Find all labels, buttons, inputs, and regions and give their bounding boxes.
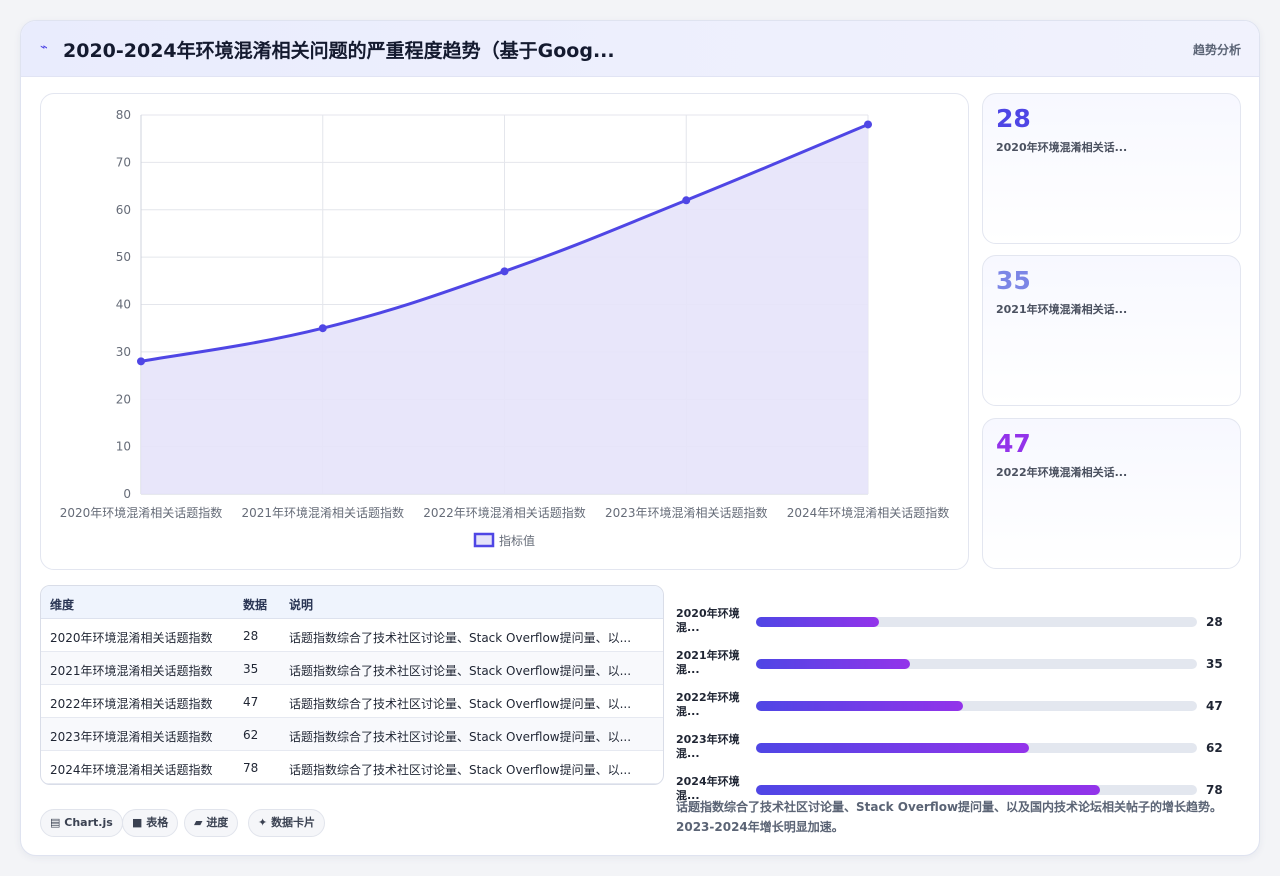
progress-label: 2023年环境混...: [676, 733, 740, 760]
progress-row: 2022年环境混... 47: [676, 689, 1241, 723]
x-tick-label: 2022年环境混淆相关话题指数: [423, 505, 586, 520]
progress-list: 2020年环境混... 28 2021年环境混... 35 2022年环境混... 47 2…: [676, 583, 1241, 802]
x-tick-label: 2020年环境混淆相关话题指数: [60, 505, 223, 520]
tag-label: 进度: [206, 816, 229, 829]
page-title: 2020-2024年环境混淆相关问题的严重程度趋势（基于Goog...: [63, 40, 615, 62]
stat-card: 28 2020年环境混淆相关话...: [982, 93, 1241, 244]
data-point[interactable]: [500, 267, 509, 276]
table-row: 2020年环境混淆相关话题指数 28 话题指数综合了技术社区讨论量、Stack Ov…: [41, 619, 663, 652]
chart-icon: ▤: [50, 816, 61, 829]
progress-label: 2020年环境混...: [676, 607, 740, 634]
y-tick-label: 20: [116, 392, 131, 406]
y-tick-label: 70: [116, 155, 131, 169]
progress-track: [756, 785, 1197, 795]
progress-fill: [756, 785, 1100, 795]
table-cell: 35: [243, 662, 259, 676]
x-tick-label: 2024年环境混淆相关话题指数: [787, 505, 950, 520]
summary-note: 话题指数综合了技术社区讨论量、Stack Overflow提问量、以及国内技术论…: [676, 800, 1223, 834]
column-header-value: 数据: [243, 598, 268, 612]
progress-value: 47: [1206, 699, 1223, 713]
y-tick-label: 10: [116, 440, 131, 454]
y-tick-label: 50: [116, 250, 131, 264]
progress-fill: [756, 659, 911, 669]
table-cell: 2022年环境混淆相关话题指数: [50, 697, 213, 711]
stat-value: 47: [996, 429, 1031, 458]
dashboard-frame: ⌁ 2020-2024年环境混淆相关问题的严重程度趋势（基于Goog... 趋势…: [20, 20, 1260, 856]
progress-value: 35: [1206, 657, 1223, 671]
tag-sparkle[interactable]: ✦ 数据卡片: [248, 809, 326, 837]
table-header: 维度 数据 说明: [41, 586, 663, 619]
progress-label: 2021年环境混...: [676, 649, 740, 676]
line-chart: 0 10 20 30 40 50 60 70 80 2020年环境混淆相关话题指数 2021年环境混…: [60, 108, 950, 548]
table-cell: 62: [243, 728, 259, 742]
progress-row: 2020年环境混... 28: [676, 605, 1241, 639]
table-row: 2023年环境混淆相关话题指数 62 话题指数综合了技术社区讨论量、Stack Ov…: [41, 718, 663, 751]
progress-icon: ▰: [194, 816, 203, 829]
stat-label: 2020年环境混淆相关话...: [996, 141, 1128, 154]
y-tick-label: 0: [123, 487, 131, 501]
tag-chart[interactable]: ▤ Chart.js: [40, 809, 123, 837]
sparkle-icon: ✦: [258, 816, 268, 829]
data-point[interactable]: [137, 357, 145, 366]
table-row: 2021年环境混淆相关话题指数 35 话题指数综合了技术社区讨论量、Stack Ov…: [41, 652, 663, 685]
x-tick-label: 2023年环境混淆相关话题指数: [605, 505, 768, 520]
data-point[interactable]: [318, 324, 327, 333]
y-tick-label: 40: [116, 298, 131, 312]
table-row: 2024年环境混淆相关话题指数 78 话题指数综合了技术社区讨论量、Stack Ov…: [41, 751, 663, 784]
table-cell: 话题指数综合了技术社区讨论量、Stack Overflow提问量、以...: [289, 664, 632, 678]
table-cell: 话题指数综合了技术社区讨论量、Stack Overflow提问量、以...: [289, 730, 632, 744]
progress-fill: [756, 701, 964, 711]
table-cell: 47: [243, 695, 259, 709]
table-row: 2022年环境混淆相关话题指数 47 话题指数综合了技术社区讨论量、Stack Ov…: [41, 685, 663, 718]
trend-analysis-link[interactable]: 趋势分析: [1193, 41, 1241, 58]
line-chart-card: 0 10 20 30 40 50 60 70 80 2020年环境混淆相关话题指数 2021年环境混…: [40, 93, 969, 570]
stat-label: 2022年环境混淆相关话...: [996, 466, 1128, 479]
legend-swatch: [473, 532, 495, 548]
tag-label: 数据卡片: [271, 816, 316, 829]
column-header-dimension: 维度: [50, 598, 75, 612]
y-tick-label: 60: [116, 203, 131, 217]
trend-line-icon: ⌁: [40, 40, 48, 55]
progress-track: [756, 617, 1197, 627]
table-cell: 2021年环境混淆相关话题指数: [50, 664, 213, 678]
stat-card: 47 2022年环境混淆相关话...: [982, 418, 1241, 569]
progress-value: 78: [1206, 783, 1223, 797]
table-cell: 28: [243, 629, 259, 643]
data-point[interactable]: [864, 120, 872, 129]
stat-value: 28: [996, 104, 1031, 133]
progress-track: [756, 701, 1197, 711]
legend-label: 指标值: [499, 533, 535, 548]
tag-label: 表格: [146, 816, 169, 829]
data-point[interactable]: [682, 196, 691, 205]
progress-row: 2021年环境混... 35: [676, 647, 1241, 681]
table-cell: 2020年环境混淆相关话题指数: [50, 631, 213, 645]
progress-fill: [756, 617, 880, 627]
stat-card: 35 2021年环境混淆相关话...: [982, 255, 1241, 406]
data-table: 维度 数据 说明 2020年环境混淆相关话题指数 28 话题指数综合了技术社区讨论量…: [40, 585, 664, 785]
table-icon: ■: [132, 816, 143, 829]
table-cell: 话题指数综合了技术社区讨论量、Stack Overflow提问量、以...: [289, 763, 632, 777]
stat-label: 2021年环境混淆相关话...: [996, 303, 1128, 316]
stat-value: 35: [996, 266, 1031, 295]
y-tick-label: 30: [116, 345, 131, 359]
y-tick-label: 80: [116, 108, 131, 122]
progress-label: 2022年环境混...: [676, 691, 740, 718]
progress-value: 62: [1206, 741, 1223, 755]
x-tick-label: 2021年环境混淆相关话题指数: [241, 505, 404, 520]
table-cell: 2023年环境混淆相关话题指数: [50, 730, 213, 744]
progress-track: [756, 743, 1197, 753]
progress-track: [756, 659, 1197, 669]
progress-fill: [756, 743, 1030, 753]
table-cell: 话题指数综合了技术社区讨论量、Stack Overflow提问量、以...: [289, 631, 632, 645]
tag-table[interactable]: ■ 表格: [122, 809, 179, 837]
progress-value: 28: [1206, 615, 1223, 629]
header: ⌁ 2020-2024年环境混淆相关问题的严重程度趋势（基于Goog... 趋势…: [21, 21, 1259, 77]
table-cell: 2024年环境混淆相关话题指数: [50, 763, 213, 777]
tag-label: Chart.js: [64, 816, 113, 829]
table-cell: 78: [243, 761, 259, 775]
column-header-description: 说明: [289, 598, 314, 612]
tag-progress[interactable]: ▰ 进度: [184, 809, 239, 837]
table-cell: 话题指数综合了技术社区讨论量、Stack Overflow提问量、以...: [289, 697, 632, 711]
progress-row: 2023年环境混... 62: [676, 731, 1241, 765]
